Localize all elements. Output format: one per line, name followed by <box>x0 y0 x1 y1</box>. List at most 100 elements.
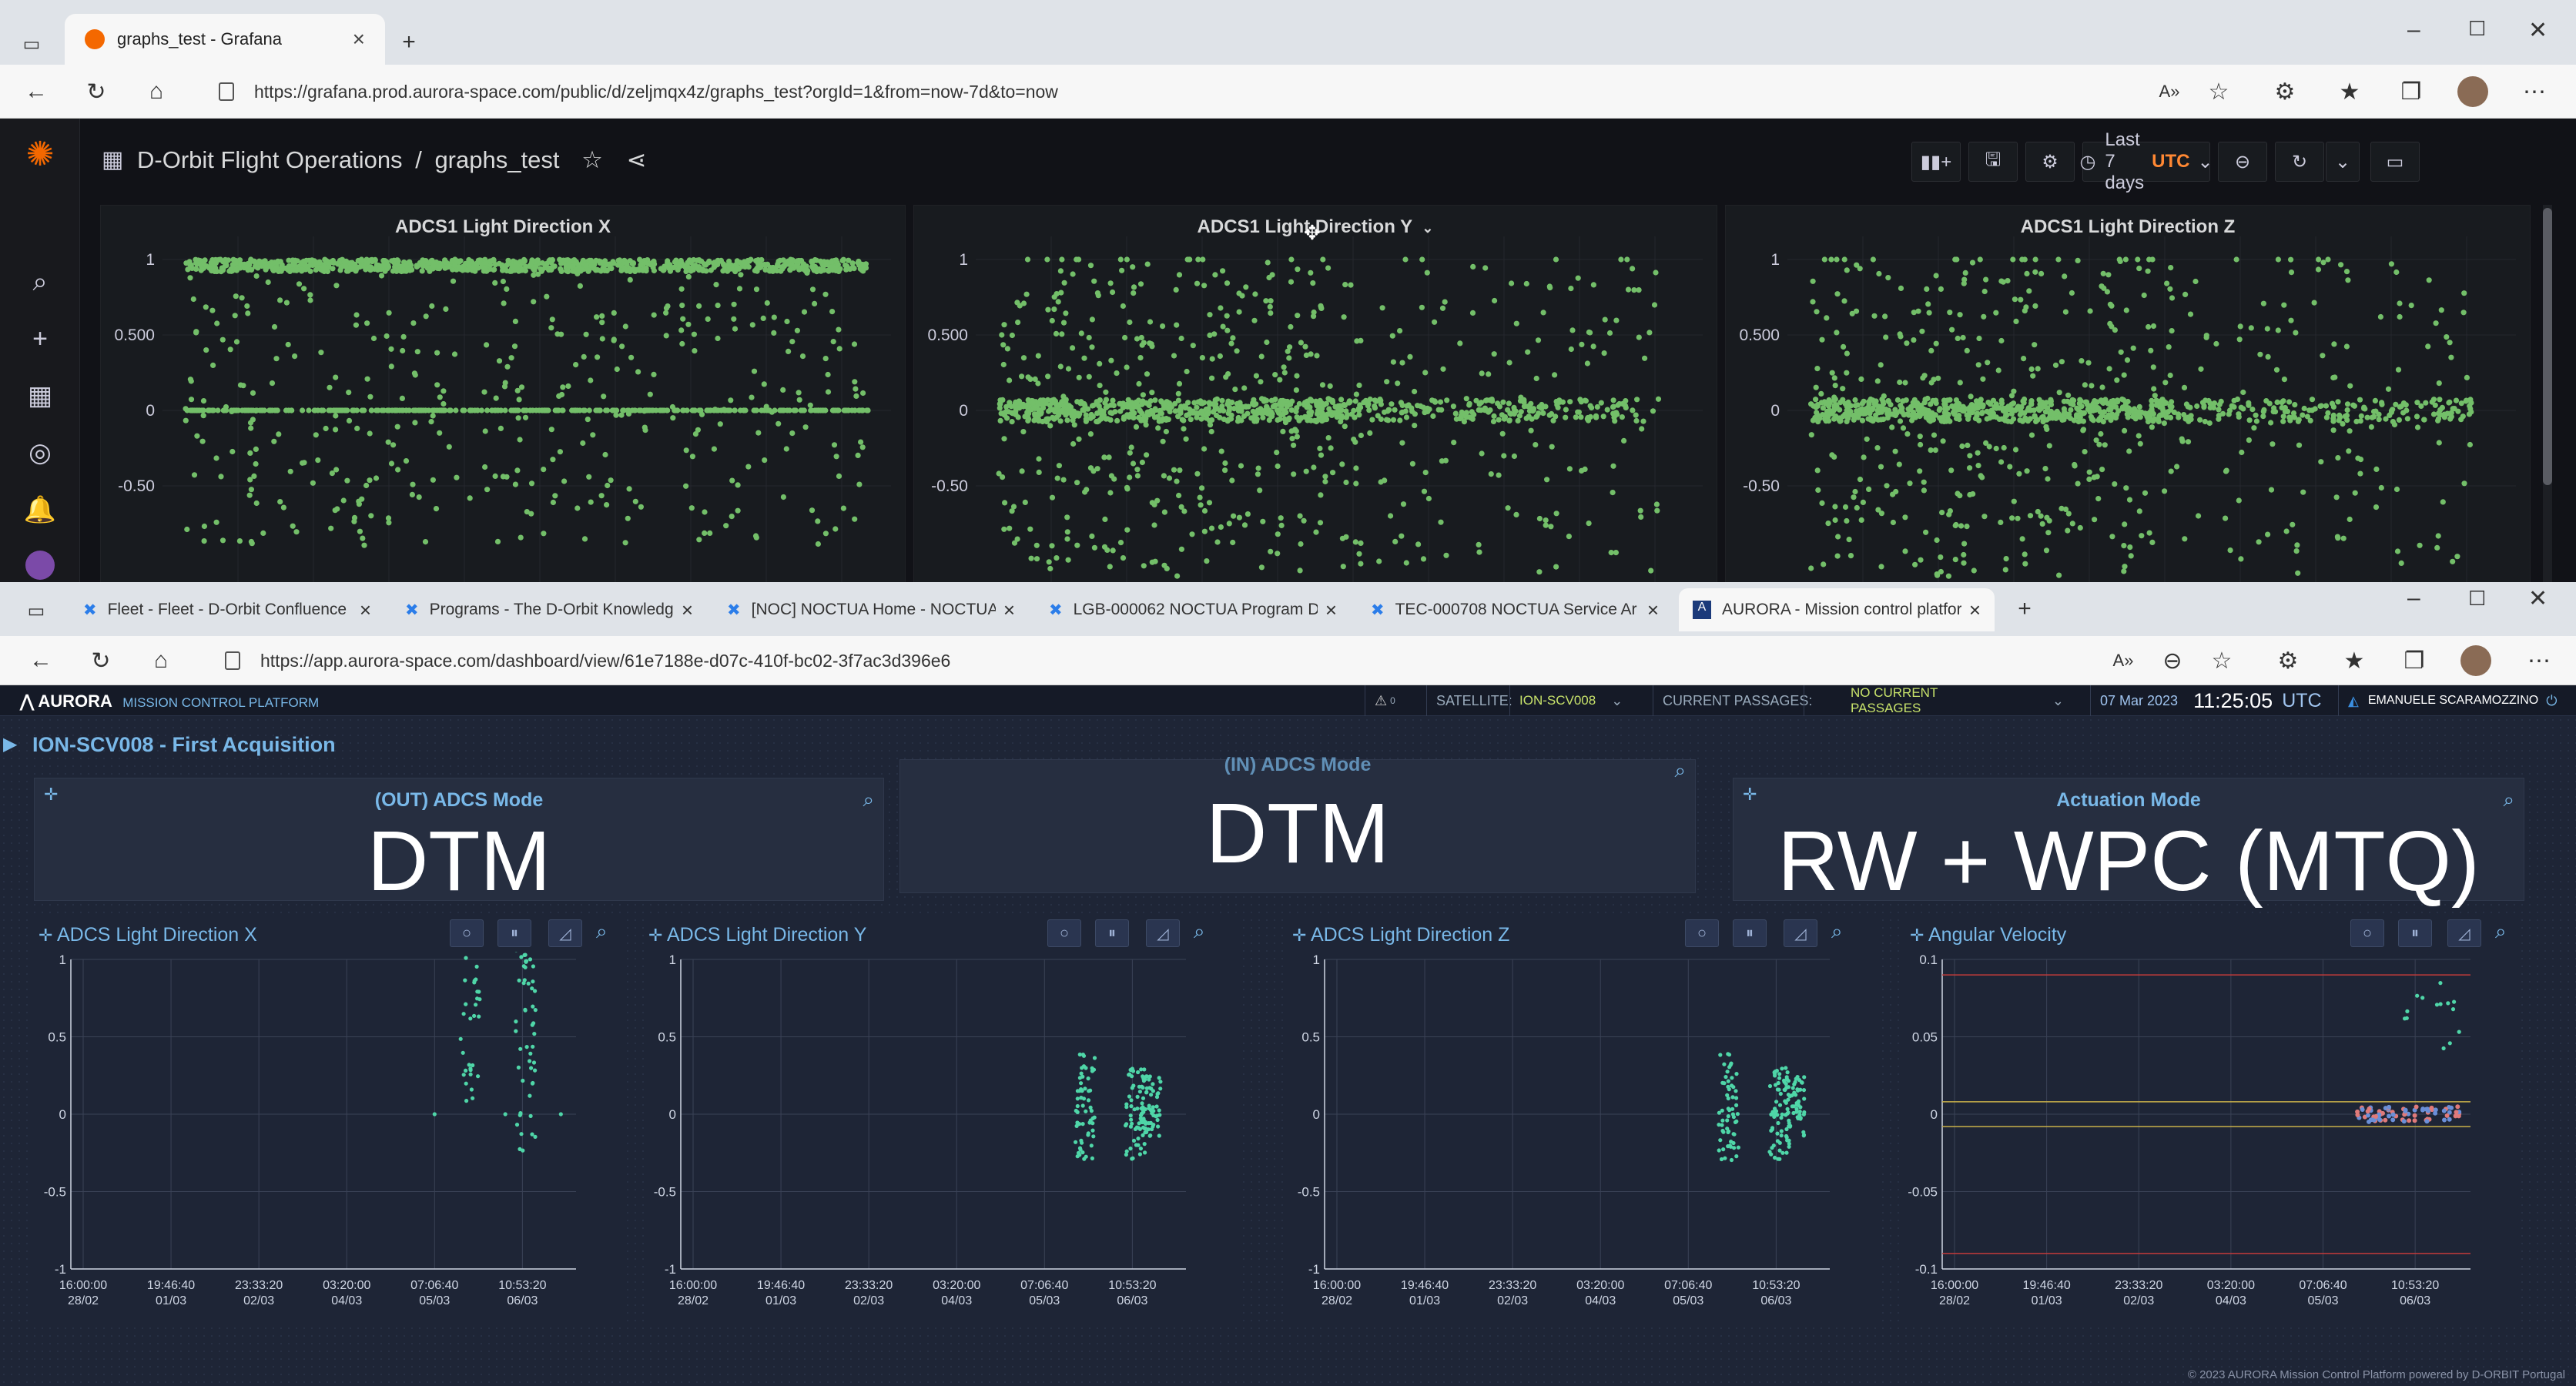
favorites-icon[interactable]: ★ <box>2338 644 2370 677</box>
circle-toggle-icon[interactable]: ○ <box>2350 919 2384 947</box>
star-icon[interactable]: ☆ <box>581 146 603 173</box>
search-zoom-icon[interactable]: ⌕ <box>1194 919 1205 944</box>
circle-toggle-icon[interactable]: ○ <box>1047 919 1081 947</box>
read-aloud-icon[interactable]: A» <box>2107 644 2139 677</box>
refresh-button[interactable]: ↻ <box>2275 142 2324 182</box>
aurora-logo[interactable]: ⋀ AURORA MISSION CONTROL PLATFORM <box>20 691 319 711</box>
search-zoom-icon[interactable]: ⌕ <box>596 919 608 944</box>
dashboard-settings-button[interactable]: ⚙ <box>2025 142 2075 182</box>
favorite-icon[interactable]: ☆ <box>2206 644 2238 677</box>
address-bar[interactable]: https://app.aurora-space.com/dashboard/v… <box>225 644 950 677</box>
back-icon[interactable]: ← <box>20 75 52 108</box>
drag-handle-icon[interactable]: ✛ <box>1910 926 1924 946</box>
chart-type-icon[interactable]: ◿ <box>2447 919 2481 947</box>
browser-tab[interactable]: ✖ LGB-000062 NOCTUA Program D × <box>1035 588 1351 631</box>
back-icon[interactable]: ← <box>25 644 57 677</box>
panel-menu-chevron-icon[interactable]: ⌄ <box>1422 220 1433 236</box>
browser-tab-aurora[interactable]: A AURORA - Mission control platform × <box>1679 588 1995 631</box>
share-icon[interactable]: ⋖ <box>626 146 646 173</box>
pause-icon[interactable]: ⏸ <box>497 919 531 947</box>
tab-close-icon[interactable]: × <box>1969 598 1981 622</box>
breadcrumb-folder[interactable]: D-Orbit Flight Operations <box>137 146 403 173</box>
reload-icon[interactable]: ↻ <box>80 75 112 108</box>
browser-tab[interactable]: ✖ Programs - The D-Orbit Knowledge × <box>391 588 707 631</box>
user-avatar[interactable] <box>25 550 55 581</box>
dashboards-icon[interactable]: ▦ <box>25 380 55 411</box>
panel-light-direction-x[interactable]: ADCS1 Light Direction X 1 0.500 0 -0.50 <box>100 205 906 586</box>
tab-close-icon[interactable]: × <box>1003 598 1015 622</box>
alerting-icon[interactable]: 🔔 <box>24 494 56 525</box>
satellite-select[interactable]: ION-SCV008 ⌄ <box>1509 685 1633 716</box>
save-dashboard-button[interactable]: 🖫 <box>1968 142 2018 182</box>
browser-tab-grafana[interactable]: graphs_test - Grafana × <box>65 14 385 65</box>
breadcrumb-dashboard[interactable]: graphs_test <box>434 146 559 173</box>
drag-handle-icon[interactable]: ✛ <box>39 926 52 946</box>
browser-tab[interactable]: ✖ TEC-000708 NOCTUA Service Ar × <box>1357 588 1673 631</box>
drag-handle-icon[interactable]: ✛ <box>1292 926 1306 946</box>
browser-tab[interactable]: ✖ Fleet - Fleet - D-Orbit Confluence × <box>69 588 385 631</box>
chart-type-icon[interactable]: ◿ <box>548 919 582 947</box>
circle-toggle-icon[interactable]: ○ <box>1685 919 1719 947</box>
pause-icon[interactable]: ⏸ <box>1095 919 1129 947</box>
minimize-button[interactable]: – <box>2407 585 2420 611</box>
collections-icon[interactable]: ❐ <box>2398 644 2430 677</box>
tv-mode-button[interactable]: ▭ <box>2370 142 2420 182</box>
search-zoom-icon[interactable]: ⌕ <box>2503 788 2514 812</box>
close-window-button[interactable]: ✕ <box>2528 585 2548 612</box>
tab-close-icon[interactable]: × <box>360 598 371 622</box>
chart-type-icon[interactable]: ◿ <box>1146 919 1180 947</box>
refresh-interval-button[interactable]: ⌄ <box>2326 142 2360 182</box>
profile-avatar[interactable] <box>2457 75 2489 108</box>
favorite-icon[interactable]: ☆ <box>2202 75 2235 108</box>
search-zoom-icon[interactable]: ⌕ <box>1831 919 1843 944</box>
favorites-icon[interactable]: ★ <box>2333 75 2366 108</box>
extensions-icon[interactable]: ⚙ <box>2272 644 2304 677</box>
zoom-icon[interactable]: ⊖ <box>2156 644 2189 677</box>
explore-icon[interactable]: ◎ <box>25 437 55 468</box>
tab-close-icon[interactable]: × <box>353 27 365 52</box>
profile-avatar[interactable] <box>2460 644 2492 677</box>
close-window-button[interactable]: ✕ <box>2528 17 2548 44</box>
home-icon[interactable]: ⌂ <box>145 644 177 677</box>
maximize-button[interactable]: ☐ <box>2468 587 2486 611</box>
add-panel-button[interactable]: ▮▮+ <box>1911 142 1961 182</box>
new-tab-button[interactable]: + <box>2008 593 2041 625</box>
search-zoom-icon[interactable]: ⌕ <box>1674 758 1686 783</box>
search-zoom-icon[interactable]: ⌕ <box>2495 919 2507 944</box>
zoom-out-button[interactable]: ⊖ <box>2218 142 2267 182</box>
create-icon[interactable]: + <box>25 323 55 354</box>
scrollbar[interactable] <box>2543 205 2552 585</box>
chart-type-icon[interactable]: ◿ <box>1784 919 1817 947</box>
grafana-logo-icon[interactable]: ✺ <box>25 136 55 173</box>
pause-icon[interactable]: ⏸ <box>1733 919 1767 947</box>
alerts-indicator[interactable]: ⚠ 0 <box>1365 685 1405 716</box>
search-icon[interactable]: ⌕ <box>25 266 55 297</box>
user-menu[interactable]: ◭ EMANUELE SCARAMOZZINO ⏻ <box>2338 685 2576 716</box>
new-tab-button[interactable]: + <box>393 26 425 59</box>
minimize-button[interactable]: – <box>2407 17 2420 43</box>
reload-icon[interactable]: ↻ <box>85 644 117 677</box>
power-icon[interactable]: ⏻ <box>2546 693 2557 709</box>
drag-handle-icon[interactable]: ✛ <box>648 926 662 946</box>
panel-light-direction-z[interactable]: ADCS1 Light Direction Z 1 0.500 0 -0.50 <box>1725 205 2531 586</box>
tab-actions-icon[interactable]: ▭ <box>15 28 48 60</box>
more-icon[interactable]: ⋯ <box>2523 644 2555 677</box>
circle-toggle-icon[interactable]: ○ <box>450 919 484 947</box>
tab-actions-icon[interactable]: ▭ <box>20 594 52 627</box>
browser-tab[interactable]: ✖ [NOC] NOCTUA Home - NOCTUA × <box>713 588 1029 631</box>
extensions-icon[interactable]: ⚙ <box>2269 75 2301 108</box>
panel-light-direction-y[interactable]: ADCS1 Light Direction Y ⌄ ✥ 1 0.500 0 -0.50 <box>913 205 1717 586</box>
maximize-button[interactable]: ☐ <box>2468 17 2486 41</box>
read-aloud-icon[interactable]: A» <box>2153 75 2186 108</box>
tab-close-icon[interactable]: × <box>1647 598 1659 622</box>
collections-icon[interactable]: ❐ <box>2395 75 2427 108</box>
sidebar-toggle-icon[interactable]: ▶ <box>3 733 17 755</box>
time-range-picker[interactable]: ◷ Last 7 days UTC ⌄ <box>2079 129 2213 193</box>
more-icon[interactable]: ⋯ <box>2518 75 2551 108</box>
tab-close-icon[interactable]: × <box>682 598 693 622</box>
address-bar[interactable]: https://grafana.prod.aurora-space.com/pu… <box>219 75 1058 108</box>
tab-close-icon[interactable]: × <box>1325 598 1337 622</box>
passages-select[interactable]: NO CURRENT PASSAGES ⌄ <box>1804 685 2073 716</box>
pause-icon[interactable]: ⏸ <box>2398 919 2432 947</box>
search-zoom-icon[interactable]: ⌕ <box>863 788 874 812</box>
